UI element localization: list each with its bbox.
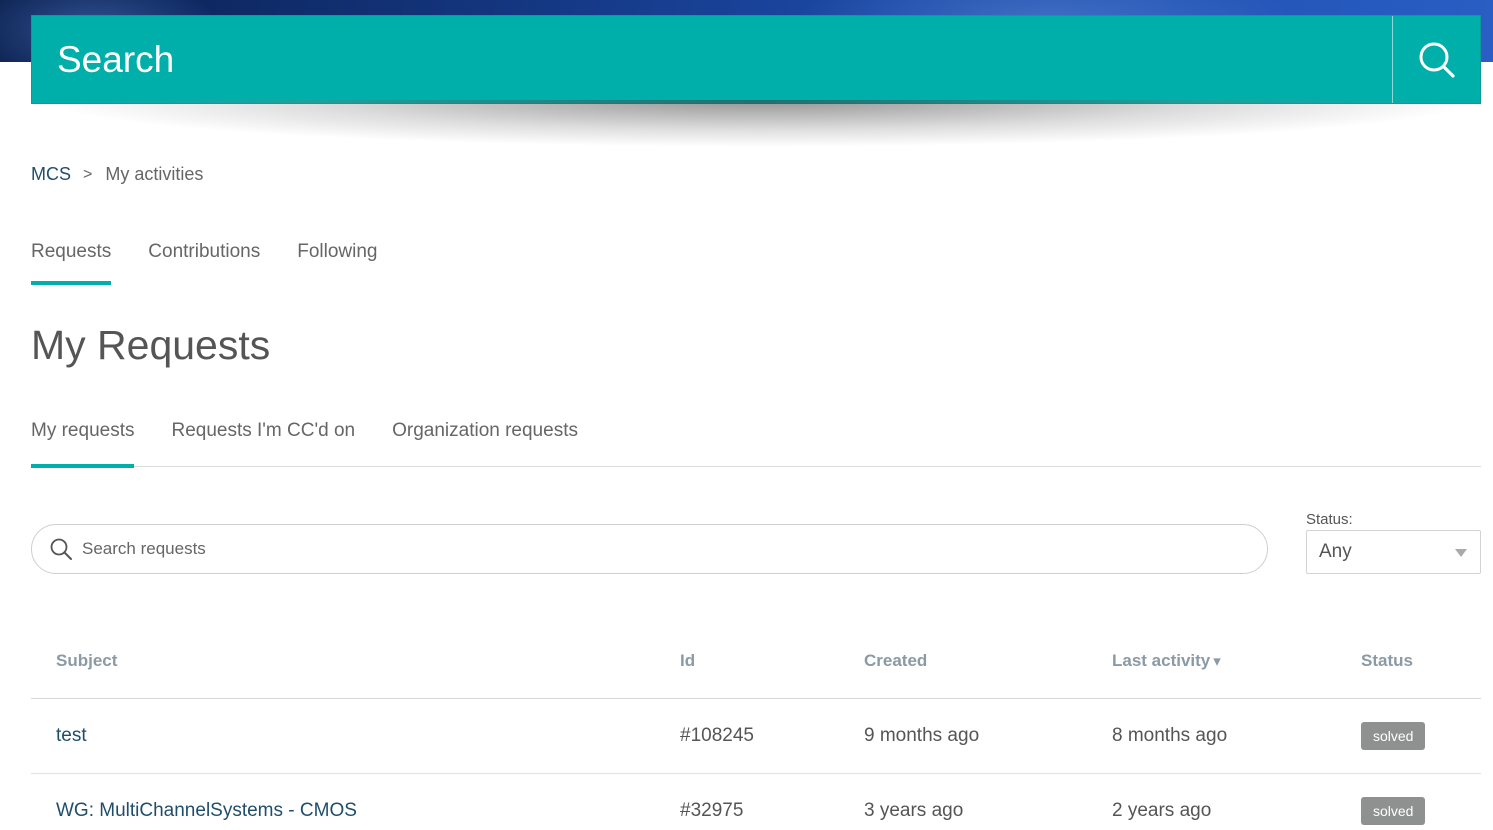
request-id: #32975 (680, 773, 864, 830)
table-header-row: Subject Id Created Last activity ▾ Status (31, 625, 1481, 699)
column-header-created[interactable]: Created (864, 625, 1112, 699)
global-search-bar (31, 15, 1481, 104)
request-subject-link[interactable]: WG: MultiChannelSystems - CMOS (56, 800, 357, 821)
tab-cc-requests[interactable]: Requests I'm CC'd on (171, 420, 355, 467)
request-created: 3 years ago (864, 773, 1112, 830)
status-badge: solved (1361, 796, 1426, 825)
sort-desc-icon: ▾ (1213, 653, 1221, 671)
page-title: My Requests (31, 322, 271, 368)
column-header-subject[interactable]: Subject (31, 625, 680, 699)
breadcrumb-separator: > (83, 165, 93, 183)
activity-tabs: Requests Contributions Following (31, 241, 415, 285)
table-row: WG: MultiChannelSystems - CMOS #32975 3 … (31, 773, 1481, 830)
table-row: test #108245 9 months ago 8 months ago s… (31, 698, 1481, 774)
tab-requests[interactable]: Requests (31, 241, 112, 285)
status-filter-label: Status: (1306, 511, 1353, 528)
tab-following[interactable]: Following (297, 241, 377, 285)
chevron-down-icon (1455, 549, 1467, 557)
request-id: #108245 (680, 698, 864, 774)
status-filter-select[interactable]: Any (1306, 530, 1481, 574)
tab-my-requests[interactable]: My requests (31, 420, 135, 468)
status-filter-value: Any (1319, 541, 1352, 562)
request-search-input[interactable] (82, 539, 1267, 559)
breadcrumb: MCS > My activities (31, 164, 203, 185)
global-search-input[interactable] (32, 16, 1392, 103)
request-subject-link[interactable]: test (56, 725, 87, 746)
column-header-status[interactable]: Status (1361, 625, 1481, 699)
tab-organization-requests[interactable]: Organization requests (392, 420, 578, 467)
search-bar-shadow (55, 100, 1465, 146)
status-badge: solved (1361, 721, 1426, 750)
request-created: 9 months ago (864, 698, 1112, 774)
global-search-button[interactable] (1392, 16, 1480, 103)
column-header-last-activity-label: Last activity (1112, 651, 1211, 671)
request-last-activity: 8 months ago (1112, 698, 1361, 774)
column-header-last-activity[interactable]: Last activity ▾ (1112, 625, 1361, 699)
request-last-activity: 2 years ago (1112, 773, 1361, 830)
requests-table: Subject Id Created Last activity ▾ Status… (31, 625, 1481, 830)
request-search-box (31, 524, 1268, 574)
breadcrumb-current: My activities (105, 164, 204, 184)
search-icon (48, 536, 74, 562)
column-header-id[interactable]: Id (680, 625, 864, 699)
breadcrumb-link-mcs[interactable]: MCS (31, 164, 71, 185)
request-tabs: My requests Requests I'm CC'd on Organiz… (31, 420, 1481, 468)
search-icon (1419, 42, 1455, 78)
tab-contributions[interactable]: Contributions (148, 241, 260, 285)
